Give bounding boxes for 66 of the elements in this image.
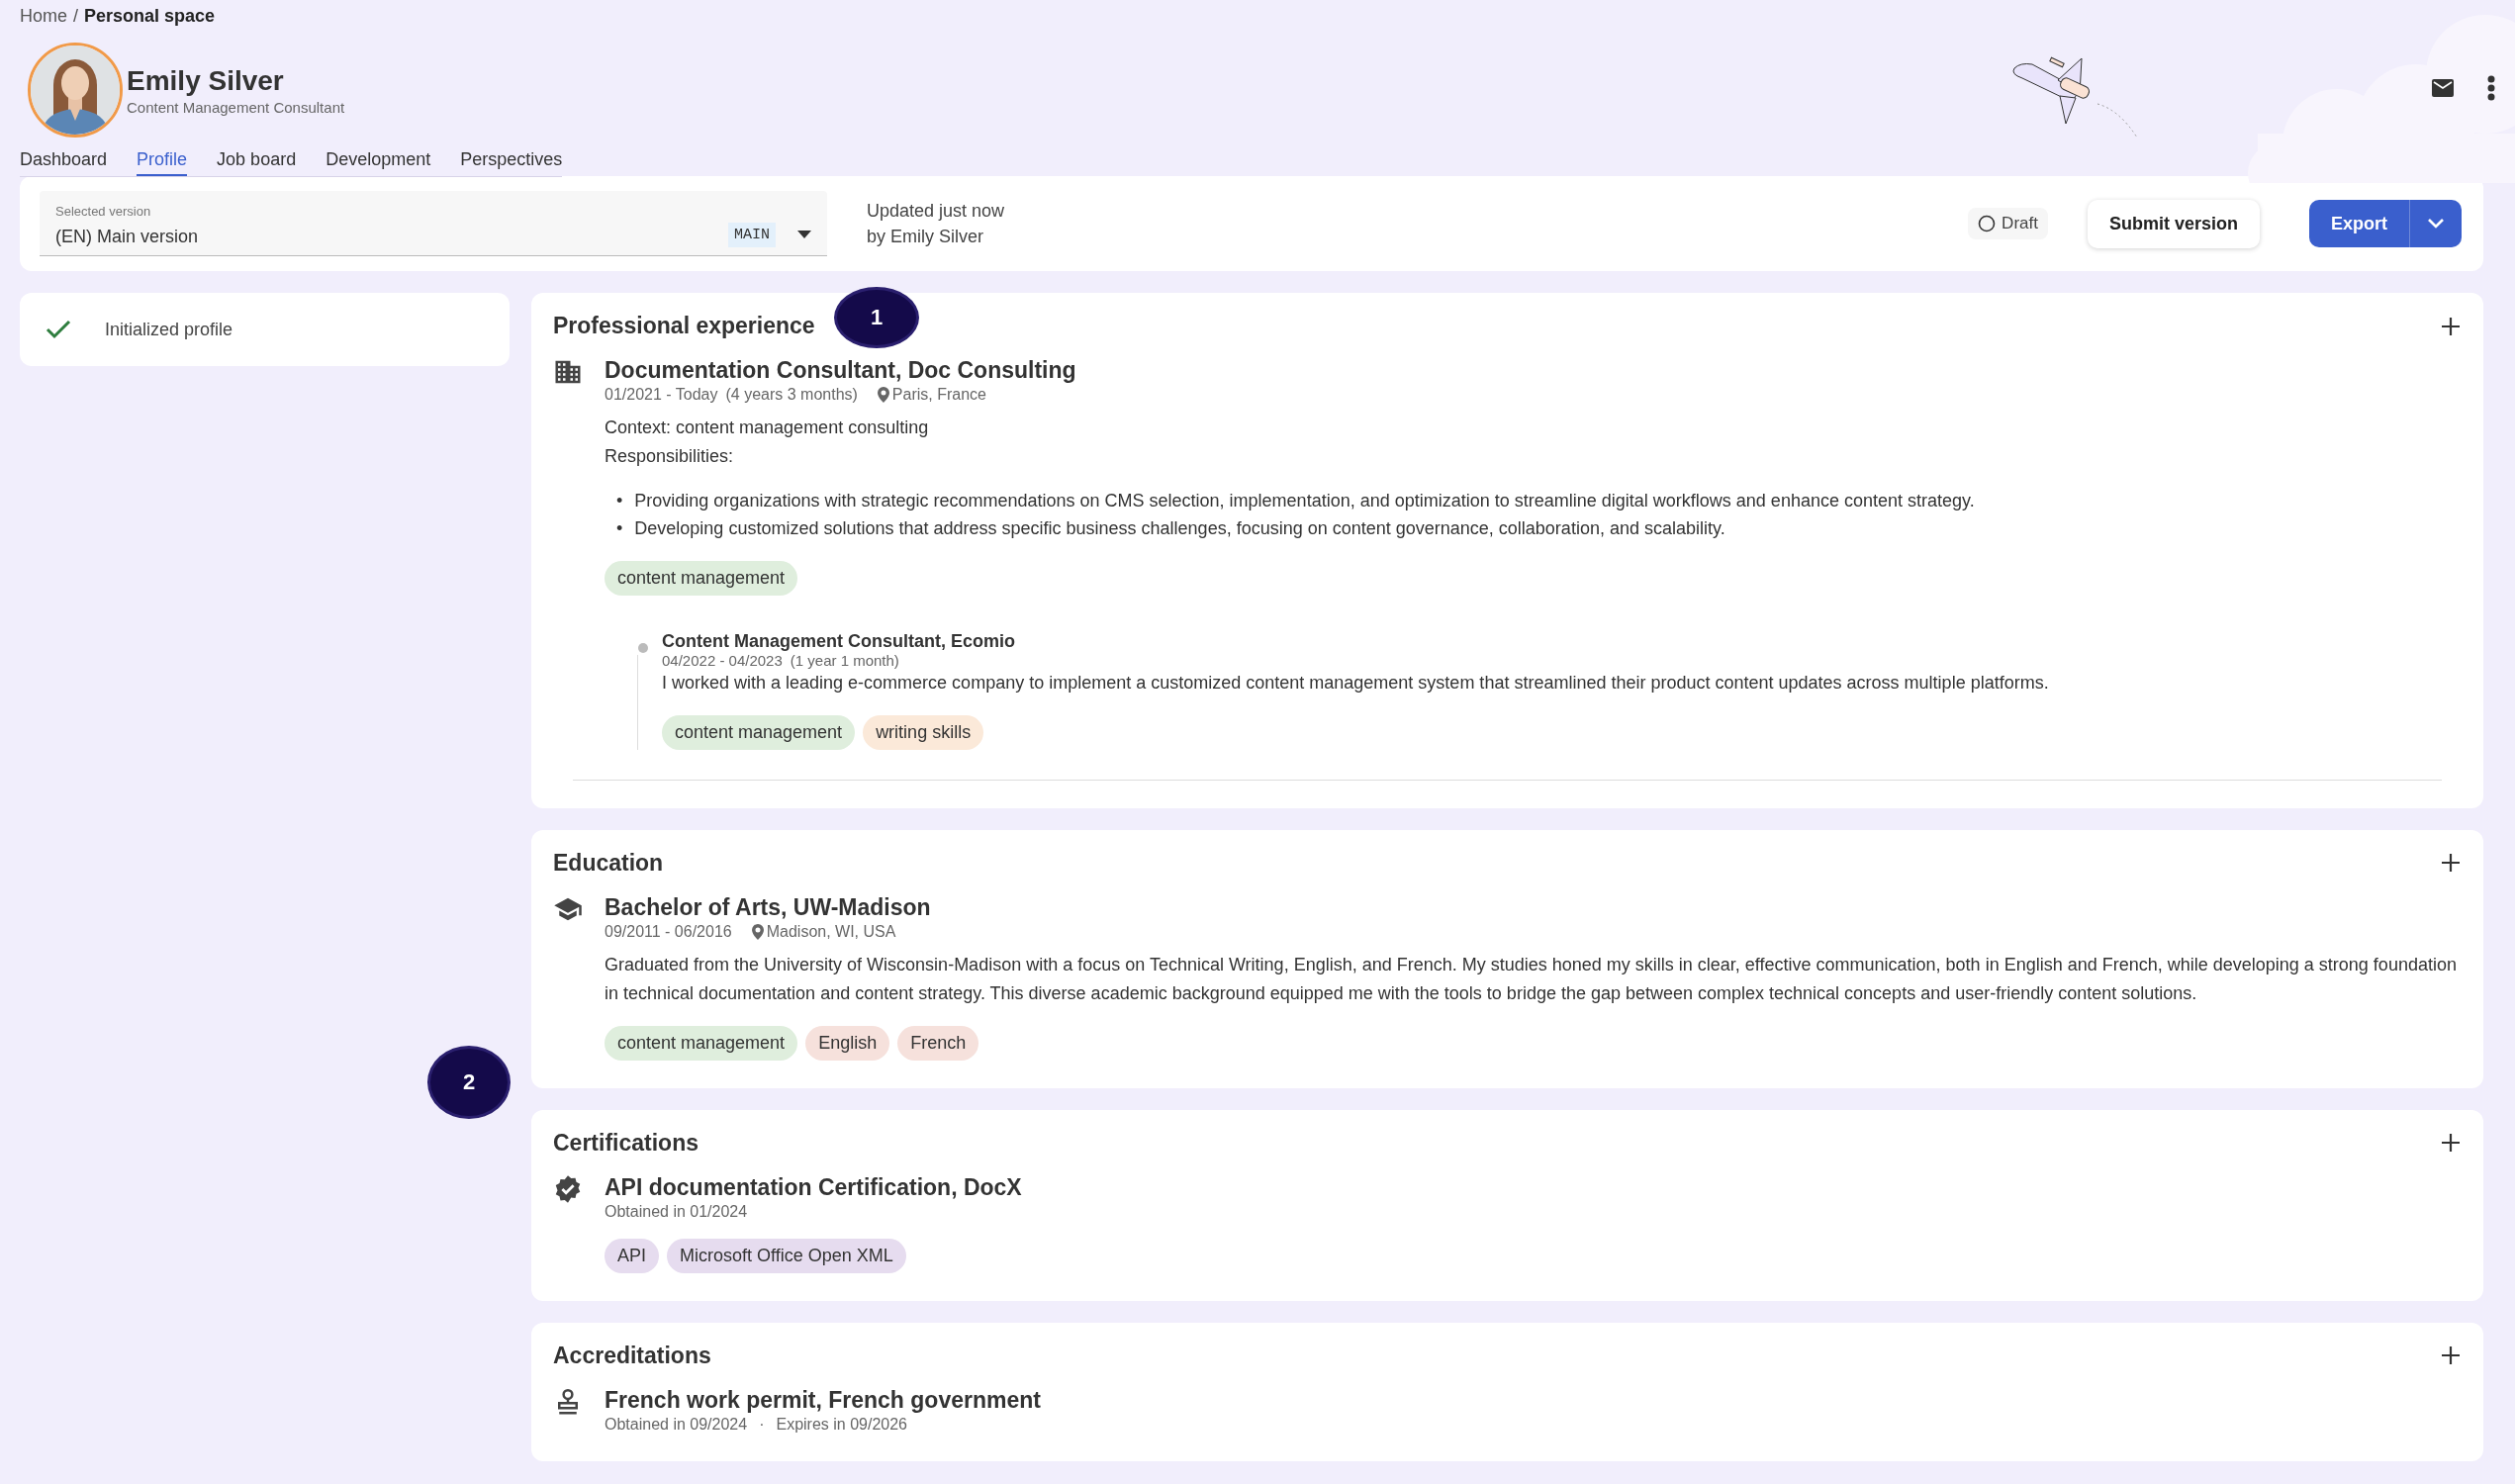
add-icon[interactable]	[2440, 1132, 2462, 1155]
skill-tag: French	[897, 1025, 979, 1061]
status-label: Draft	[2002, 214, 2038, 233]
section-title: Accreditations	[553, 1342, 711, 1369]
item-title: Documentation Consultant, Doc Consulting	[605, 357, 1077, 384]
nav-tab[interactable]: Perspectives	[460, 147, 563, 176]
updated-text: Updated just now	[867, 199, 1005, 223]
add-icon[interactable]	[2440, 1345, 2462, 1367]
mail-icon[interactable]	[2432, 79, 2454, 97]
item-duration: (1 year 1 month)	[790, 652, 899, 670]
location-pin-icon	[877, 387, 889, 403]
skill-tag: content management	[662, 715, 856, 750]
caret-icon	[797, 230, 811, 239]
skill-tag: writing skills	[863, 715, 984, 750]
timeline-dot	[638, 643, 648, 654]
export-button[interactable]: Export	[2309, 200, 2410, 247]
circle-icon	[1978, 215, 1997, 232]
item-location: Madison, WI, USA	[766, 923, 896, 941]
add-icon[interactable]	[2440, 852, 2462, 875]
sub-item-title: Content Management Consultant, Ecomio	[662, 631, 1016, 653]
chevron-down-icon	[2427, 218, 2445, 230]
item-title: API documentation Certification, DocX	[605, 1173, 1023, 1201]
updated-author: by Emily Silver	[867, 226, 985, 248]
item-text: Context: content management consulting	[605, 417, 930, 439]
section-title: Education	[553, 850, 664, 877]
item-duration: (4 years 3 months)	[725, 386, 858, 404]
profile-name: Emily Silver	[127, 64, 285, 97]
section-title: Professional experience	[553, 313, 815, 339]
item-text: Graduated from the University of Wisconsin-Madison with a focus on Technical Writing, English, and French. My studies honed my skills in clear, effective communication, both in English and French, while developing a strong foundation in technical documentation and content strategy. This diverse academic background equipped me with the tools to bridge the gap between complex technical concepts and user-friendly content solutions.	[605, 954, 2458, 1005]
skill-tag: content management	[605, 1025, 798, 1061]
verified-badge-icon	[553, 1173, 583, 1204]
item-title: Bachelor of Arts, UW-Madison	[605, 894, 932, 921]
item-text: Responsibilities:	[605, 444, 735, 468]
version-select[interactable]: Selected version (EN) Main version MAIN	[40, 191, 827, 256]
nav-tab[interactable]: Development	[326, 147, 431, 176]
item-dates: 04/2022 - 04/2023	[662, 652, 783, 670]
bullet-text: Providing organizations with strategic recommendations on CMS selection, implementation, and optimization to streamline digital workflows and enhance content strategy.	[634, 489, 1975, 512]
item-dates: Obtained in 01/2024	[605, 1202, 748, 1221]
item-dates: 01/2021 - Today	[605, 386, 718, 404]
add-icon[interactable]	[2440, 315, 2462, 337]
nav-tab[interactable]: Dashboard	[20, 147, 108, 176]
location-pin-icon	[751, 924, 764, 940]
breadcrumb-current: Personal space	[84, 6, 216, 27]
separator-dot: ·	[759, 1415, 765, 1434]
item-title: French work permit, French government	[605, 1386, 1042, 1414]
breadcrumb-separator: /	[73, 6, 79, 27]
annotation-marker: 2	[427, 1046, 511, 1119]
nav-tab[interactable]: Job board	[217, 147, 297, 176]
more-menu-icon[interactable]	[2487, 75, 2495, 101]
bullet-text: Developing customized solutions that address specific business challenges, focusing on content governance, collaboration, and scalability.	[634, 517, 1725, 541]
skill-tag: Microsoft Office Open XML	[667, 1238, 906, 1273]
section-title: Certifications	[553, 1129, 699, 1157]
skill-tag: API	[605, 1238, 659, 1273]
item-location: Paris, France	[891, 386, 986, 404]
submit-version-button[interactable]: Submit version	[2087, 199, 2260, 248]
item-dates: 09/2011 - 06/2016	[605, 923, 732, 941]
skill-tag: English	[805, 1025, 890, 1061]
item-dates: Obtained in 09/2024	[605, 1415, 748, 1434]
checklist-label: Initialized profile	[105, 319, 233, 340]
bullet-mark: •	[616, 489, 623, 512]
item-expiry: Expires in 09/2026	[776, 1415, 907, 1434]
skill-tag: content management	[605, 561, 798, 597]
bullet-mark: •	[616, 517, 623, 541]
breadcrumb-link[interactable]: Home	[20, 6, 67, 27]
item-text: I worked with a leading e-commerce company to implement a customized content management system that streamlined their product content updates across multiple platforms.	[662, 672, 2050, 696]
profile-role: Content Management Consultant	[127, 98, 345, 116]
